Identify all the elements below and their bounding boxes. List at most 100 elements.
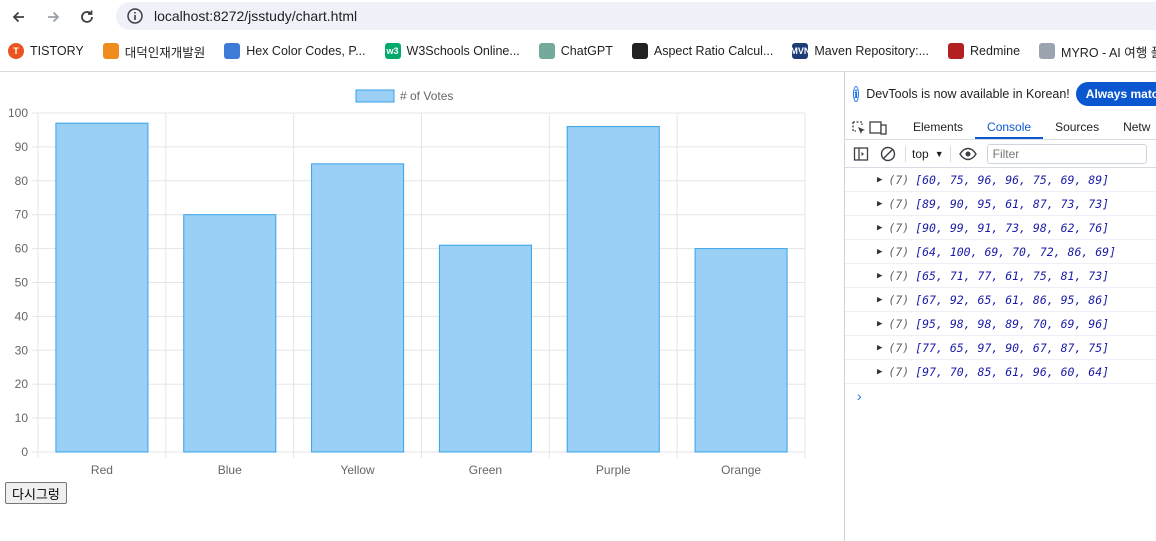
reload-button[interactable] (70, 2, 104, 32)
expand-triangle-icon[interactable]: ▶ (877, 343, 882, 353)
bookmark-w3schools[interactable]: w3 W3Schools Online... (384, 43, 520, 59)
y-tick-label: 0 (21, 445, 28, 459)
array-length: (7) (888, 292, 910, 307)
array-length: (7) (888, 220, 910, 235)
devtools-panel: i DevTools is now available in Korean! A… (844, 72, 1156, 541)
array-length: (7) (888, 364, 910, 379)
console-toolbar: top ▼ Filter (845, 140, 1156, 168)
chatgpt-icon (538, 43, 555, 59)
console-filter-input[interactable]: Filter (986, 143, 1147, 164)
console-prompt[interactable]: › (845, 384, 1156, 408)
expand-triangle-icon[interactable]: ▶ (877, 295, 882, 305)
expand-triangle-icon[interactable]: ▶ (877, 223, 882, 233)
array-length: (7) (888, 196, 910, 211)
console-log-entry[interactable]: ▶ (7) [67, 92, 65, 61, 86, 95, 86] (845, 288, 1156, 312)
bookmark-label: Redmine (970, 44, 1021, 58)
site-info-icon[interactable] (126, 7, 144, 25)
prompt-chevron-icon: › (857, 388, 862, 404)
array-values: [77, 65, 97, 90, 67, 87, 75] (915, 340, 1110, 355)
bookmark-tistory[interactable]: T TISTORY (8, 43, 84, 59)
bookmark-label: ChatGPT (560, 44, 613, 58)
forward-arrow-icon (48, 11, 60, 23)
context-selector[interactable]: top ▼ (912, 147, 944, 161)
array-values: [60, 75, 96, 96, 75, 69, 89] (915, 172, 1110, 187)
legend-label: # of Votes (400, 89, 453, 103)
array-length: (7) (888, 172, 910, 187)
x-tick-label: Yellow (340, 463, 375, 477)
bookmark-hex-color[interactable]: Hex Color Codes, P... (224, 43, 366, 59)
bar-red (55, 122, 149, 453)
bookmark-label: MYRO - AI 여행 플... (1061, 45, 1156, 60)
y-tick-label: 60 (15, 242, 29, 256)
expand-triangle-icon[interactable]: ▶ (877, 319, 882, 329)
inspect-element-icon[interactable] (851, 117, 867, 139)
expand-triangle-icon[interactable]: ▶ (877, 175, 882, 185)
console-log-entry[interactable]: ▶ (7) [89, 90, 95, 61, 87, 73, 73] (845, 192, 1156, 216)
console-log-entry[interactable]: ▶ (7) [60, 75, 96, 96, 75, 69, 89] (845, 168, 1156, 192)
y-tick-label: 30 (15, 343, 29, 357)
address-bar[interactable]: localhost:8272/jsstudy/chart.html (116, 2, 1156, 30)
redmine-icon (948, 43, 965, 59)
bookmark-label: 대덕인재개발원 (124, 45, 206, 60)
back-button[interactable] (2, 2, 36, 32)
dropdown-arrow-icon: ▼ (934, 148, 944, 159)
console-log-entry[interactable]: ▶ (7) [65, 71, 77, 61, 75, 81, 73] (845, 264, 1156, 288)
expand-triangle-icon[interactable]: ▶ (877, 271, 882, 281)
browser-toolbar: localhost:8272/jsstudy/chart.html (0, 0, 1156, 34)
w3schools-icon: w3 (384, 43, 401, 59)
console-log-entry[interactable]: ▶ (7) [64, 100, 69, 70, 72, 86, 69] (845, 240, 1156, 264)
bookmark-ddit[interactable]: 대덕인재개발원 (102, 42, 206, 61)
clear-console-icon[interactable] (877, 143, 899, 165)
page-content: # of Votes 0 10 20 30 40 50 60 70 80 90 100 Red Blue Y… (0, 72, 844, 541)
x-tick-label: Green (469, 463, 502, 477)
tab-elements[interactable]: Elements (901, 120, 975, 139)
maven-icon: MVN (790, 43, 810, 59)
tab-network[interactable]: Netw (1111, 120, 1156, 139)
y-tick-label: 100 (8, 106, 28, 120)
console-log-entry[interactable]: ▶ (7) [77, 65, 97, 90, 67, 87, 75] (845, 336, 1156, 360)
array-values: [89, 90, 95, 61, 87, 73, 73] (915, 196, 1110, 211)
expand-triangle-icon[interactable]: ▶ (877, 199, 882, 209)
bar-blue (183, 214, 277, 453)
info-icon: i (853, 86, 860, 102)
y-tick-label: 40 (15, 309, 29, 323)
tistory-icon: T (8, 43, 24, 59)
bookmark-myro[interactable]: MYRO - AI 여행 플... (1039, 42, 1156, 61)
bar-orange (694, 248, 788, 453)
legend-swatch (355, 89, 395, 103)
tab-console[interactable]: Console (975, 120, 1044, 139)
y-tick-label: 20 (15, 377, 29, 391)
array-values: [90, 99, 91, 73, 98, 62, 76] (915, 220, 1110, 235)
sidebar-toggle-icon[interactable] (850, 143, 872, 165)
array-values: [95, 98, 98, 89, 70, 69, 96] (915, 316, 1110, 331)
bookmark-redmine[interactable]: Redmine (948, 43, 1020, 59)
console-log-entry[interactable]: ▶ (7) [95, 98, 98, 89, 70, 69, 96] (845, 312, 1156, 336)
always-match-button[interactable]: Always match Ch (1075, 82, 1156, 106)
forward-button[interactable] (36, 2, 70, 32)
devtools-language-banner: i DevTools is now available in Korean! A… (845, 72, 1156, 116)
y-tick-label: 90 (15, 140, 29, 154)
device-toolbar-icon[interactable] (869, 117, 887, 139)
x-tick-label: Blue (218, 463, 242, 477)
x-tick-label: Orange (721, 463, 761, 477)
redraw-button[interactable]: 다시그렁 (5, 482, 67, 504)
expand-triangle-icon[interactable]: ▶ (877, 367, 882, 377)
tab-sources[interactable]: Sources (1043, 120, 1111, 139)
array-length: (7) (888, 340, 910, 355)
array-length: (7) (888, 244, 910, 259)
expand-triangle-icon[interactable]: ▶ (877, 247, 882, 257)
array-values: [97, 70, 85, 61, 96, 60, 64] (915, 364, 1110, 379)
live-expression-eye-icon[interactable] (957, 143, 979, 165)
bookmarks-bar: T TISTORY 대덕인재개발원 Hex Color Codes, P... w3 W3… (0, 37, 1156, 65)
bookmark-aspect-ratio[interactable]: Aspect Ratio Calcul... (631, 43, 773, 59)
aspect-ratio-icon (631, 43, 648, 59)
bookmark-maven[interactable]: MVN Maven Repository:... (790, 43, 929, 59)
bar-green (438, 244, 532, 453)
url-text: localhost:8272/jsstudy/chart.html (154, 8, 358, 24)
bar-chart: # of Votes 0 10 20 30 40 50 60 70 80 90 100 Red Blue Y… (8, 89, 806, 477)
array-values: [65, 71, 77, 61, 75, 81, 73] (915, 268, 1110, 283)
array-values: [64, 100, 69, 70, 72, 86, 69] (915, 244, 1116, 259)
bookmark-chatgpt[interactable]: ChatGPT (538, 43, 613, 59)
console-log-entry[interactable]: ▶ (7) [90, 99, 91, 73, 98, 62, 76] (845, 216, 1156, 240)
console-log-entry[interactable]: ▶ (7) [97, 70, 85, 61, 96, 60, 64] (845, 360, 1156, 384)
